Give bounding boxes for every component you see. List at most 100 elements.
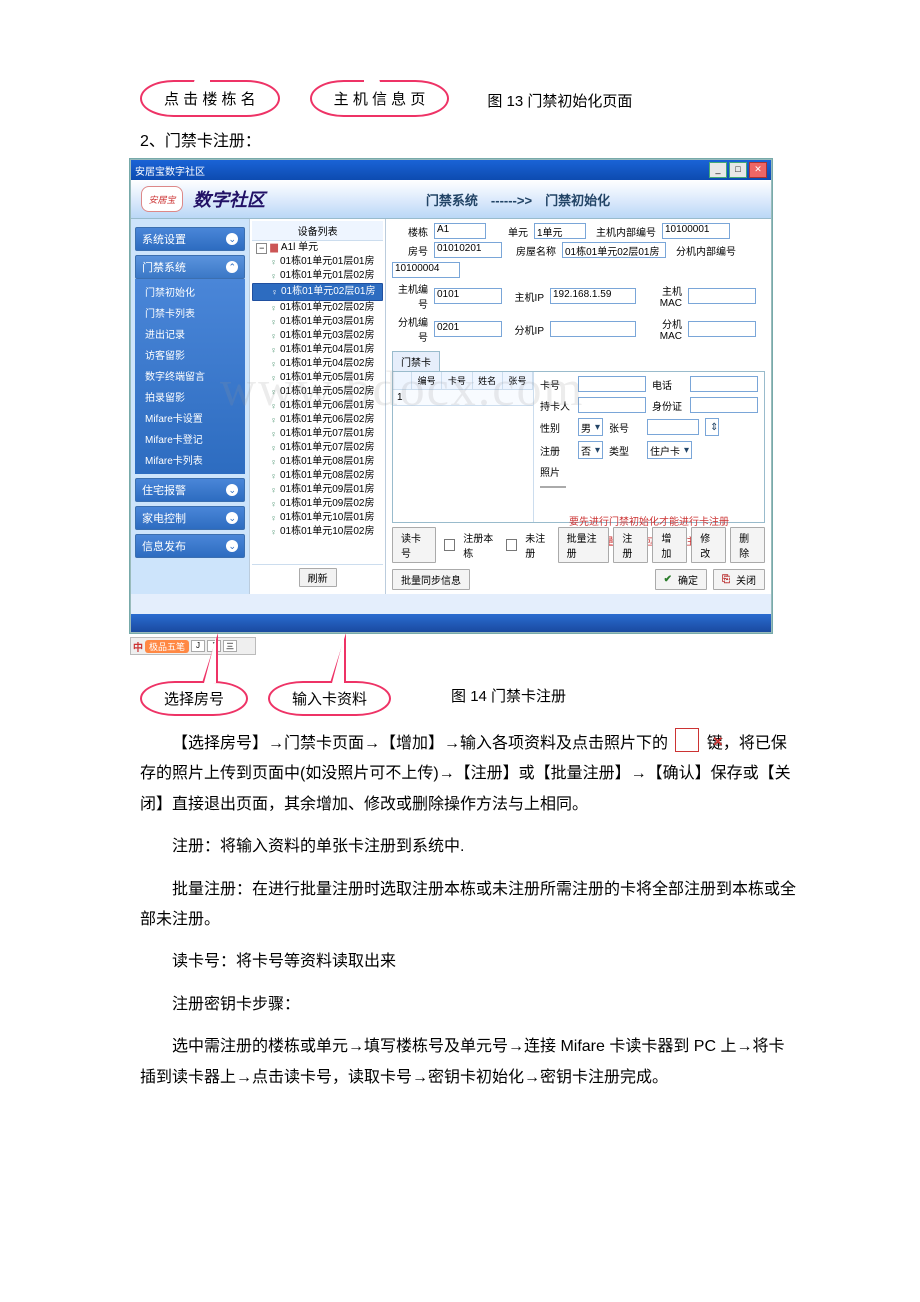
callout-click-building: 点 击 楼 栋 名 <box>140 80 280 117</box>
minimize-button[interactable]: _ <box>709 162 727 178</box>
section-2-heading: 2、门禁卡注册： <box>140 127 840 151</box>
select-sex[interactable]: 男▾ <box>578 418 603 436</box>
input-host-no[interactable]: 0101 <box>434 288 502 304</box>
nav-group-appliance[interactable]: 家电控制 ⌄ <box>135 506 245 530</box>
batch-register-button[interactable]: 批量注册 <box>558 527 610 563</box>
node-icon: ♀ <box>270 497 277 511</box>
tree-row[interactable]: ♀01栋01单元04层01房 <box>252 343 383 357</box>
node-icon: ♀ <box>270 525 277 539</box>
input-idcard[interactable] <box>690 397 758 413</box>
refresh-button[interactable]: 刷新 <box>299 568 337 587</box>
tree-row[interactable]: ♀01栋01单元06层01房 <box>252 399 383 413</box>
tree-row[interactable]: ♀01栋01单元07层02房 <box>252 441 383 455</box>
close-button[interactable]: ✕ <box>749 162 767 178</box>
grid-first-cell[interactable]: 1 <box>393 390 533 406</box>
tree-row[interactable]: ♀01栋01单元03层02房 <box>252 329 383 343</box>
input-holder[interactable] <box>578 397 646 413</box>
input-host-internal[interactable]: 10100001 <box>662 223 730 239</box>
titlebar: 安居宝数字社区 _ □ ✕ <box>131 160 771 180</box>
input-card-no[interactable] <box>578 376 646 392</box>
app-window: 安居宝数字社区 _ □ ✕ 安居宝 数字社区 门禁系统 ------>> 门禁初… <box>130 159 772 633</box>
modify-button[interactable]: 修改 <box>691 527 726 563</box>
tree-row[interactable]: ♀01栋01单元09层02房 <box>252 497 383 511</box>
input-building[interactable]: A1 <box>434 223 486 239</box>
tab-access-card[interactable]: 门禁卡 <box>392 351 440 371</box>
batch-sync-button[interactable]: 批量同步信息 <box>392 569 470 590</box>
nav-item-cardlist[interactable]: 门禁卡列表 <box>135 302 245 323</box>
nav-item-mifare-reg[interactable]: Mifare卡登记 <box>135 428 245 449</box>
maximize-button[interactable]: □ <box>729 162 747 178</box>
tree-row[interactable]: ♀01栋01单元10层02房 <box>252 525 383 539</box>
device-tree[interactable]: − ▆ A1l 单元 ♀01栋01单元01层01房 ♀01栋01单元01层02房… <box>252 241 383 564</box>
chevron-down-icon: ⌄ <box>226 484 238 496</box>
nav-item-inout[interactable]: 进出记录 <box>135 323 245 344</box>
input-room-name[interactable]: 01栋01单元02层01房 <box>562 242 666 258</box>
tree-row[interactable]: ♀01栋01单元01层02房 <box>252 269 383 283</box>
paragraph-6: 选中需注册的楼栋或单元→填写楼栋号及单元号→连接 Mifare 卡读卡器到 PC… <box>140 1032 800 1093</box>
read-card-button[interactable]: 读卡号 <box>392 527 436 563</box>
ok-button[interactable]: 确定 <box>655 569 707 590</box>
tree-row[interactable]: ♀01栋01单元10层01房 <box>252 511 383 525</box>
nav-item-record[interactable]: 拍录留影 <box>135 386 245 407</box>
tree-row[interactable]: ♀01栋01单元05层02房 <box>252 385 383 399</box>
nav-item-init[interactable]: 门禁初始化 <box>135 281 245 302</box>
select-register[interactable]: 否▾ <box>578 441 603 459</box>
ime-seg[interactable]: 三 <box>223 640 237 652</box>
label-idcard: 身份证 <box>652 398 684 413</box>
tree-row[interactable]: ♀01栋01单元05层01房 <box>252 371 383 385</box>
input-unit[interactable]: 1单元 <box>534 223 586 239</box>
tree-row[interactable]: ♀01栋01单元02层02房 <box>252 301 383 315</box>
tree-row[interactable]: ♀01栋01单元09层01房 <box>252 483 383 497</box>
col-zhang: 张号 <box>503 372 533 389</box>
photo-upload-button[interactable] <box>540 486 566 488</box>
node-icon: ♀ <box>270 269 277 283</box>
tree-row[interactable]: ♀01栋01单元06层02房 <box>252 413 383 427</box>
input-room[interactable]: 01010201 <box>434 242 502 258</box>
tree-row[interactable]: ♀01栋01单元03层01房 <box>252 315 383 329</box>
input-ext-no[interactable]: 0201 <box>434 321 502 337</box>
select-type[interactable]: 住户卡▾ <box>647 441 692 459</box>
tree-row-selected[interactable]: ♀01栋01单元02层01房 <box>252 283 383 301</box>
input-ext-ip[interactable] <box>550 321 636 337</box>
stepper-zhang[interactable]: ⇕ <box>705 418 719 436</box>
chevron-down-icon: ⌄ <box>226 512 238 524</box>
callout-text: 点 击 楼 栋 名 <box>164 91 256 108</box>
collapse-icon[interactable]: − <box>256 243 267 254</box>
input-zhang[interactable] <box>647 419 699 435</box>
tree-row[interactable]: ♀01栋01单元04层02房 <box>252 357 383 371</box>
add-button[interactable]: 增加 <box>652 527 687 563</box>
window-title: 安居宝数字社区 <box>135 163 205 178</box>
input-host-mac[interactable] <box>688 288 756 304</box>
nav-group-label: 住宅报警 <box>142 482 186 498</box>
tree-root[interactable]: − ▆ A1l 单元 <box>252 241 383 255</box>
node-icon: ♀ <box>270 255 277 269</box>
nav-item-visitor[interactable]: 访客留影 <box>135 344 245 365</box>
input-ext-internal[interactable]: 10100004 <box>392 262 460 278</box>
delete-button[interactable]: 删除 <box>730 527 765 563</box>
label-unreg: 未注册 <box>525 530 551 560</box>
nav-item-terminal-msg[interactable]: 数字终端留言 <box>135 365 245 386</box>
nav-item-mifare-set[interactable]: Mifare卡设置 <box>135 407 245 428</box>
card-grid-area: 编号 卡号 姓名 张号 1 卡号 电话 <box>392 371 765 523</box>
nav-group-info[interactable]: 信息发布 ⌄ <box>135 534 245 558</box>
tree-row[interactable]: ♀01栋01单元08层02房 <box>252 469 383 483</box>
chevron-down-icon: ⌄ <box>226 540 238 552</box>
tree-row[interactable]: ♀01栋01单元07层01房 <box>252 427 383 441</box>
input-ext-mac[interactable] <box>688 321 756 337</box>
tree-row[interactable]: ♀01栋01单元01层01房 <box>252 255 383 269</box>
figure-14-caption: 图 14 门禁卡注册 <box>451 685 566 712</box>
nav-group-system[interactable]: 系统设置 ⌄ <box>135 227 245 251</box>
input-host-ip[interactable]: 192.168.1.59 <box>550 288 636 304</box>
register-button[interactable]: 注册 <box>613 527 648 563</box>
tree-row[interactable]: ♀01栋01单元08层01房 <box>252 455 383 469</box>
ime-toolbar[interactable]: 中 极品五笔 J ” 三 <box>130 637 256 655</box>
nav-group-access[interactable]: 门禁系统 ⌃ <box>135 255 245 279</box>
ime-name: 极品五笔 <box>145 640 189 653</box>
nav-group-alarm[interactable]: 住宅报警 ⌄ <box>135 478 245 502</box>
checkbox-reg-this[interactable] <box>444 539 455 551</box>
node-icon: ♀ <box>270 301 277 315</box>
close-panel-button[interactable]: 关闭 <box>713 569 765 590</box>
input-phone[interactable] <box>690 376 758 392</box>
checkbox-unreg[interactable] <box>506 539 517 551</box>
nav-item-mifare-list[interactable]: Mifare卡列表 <box>135 449 245 470</box>
